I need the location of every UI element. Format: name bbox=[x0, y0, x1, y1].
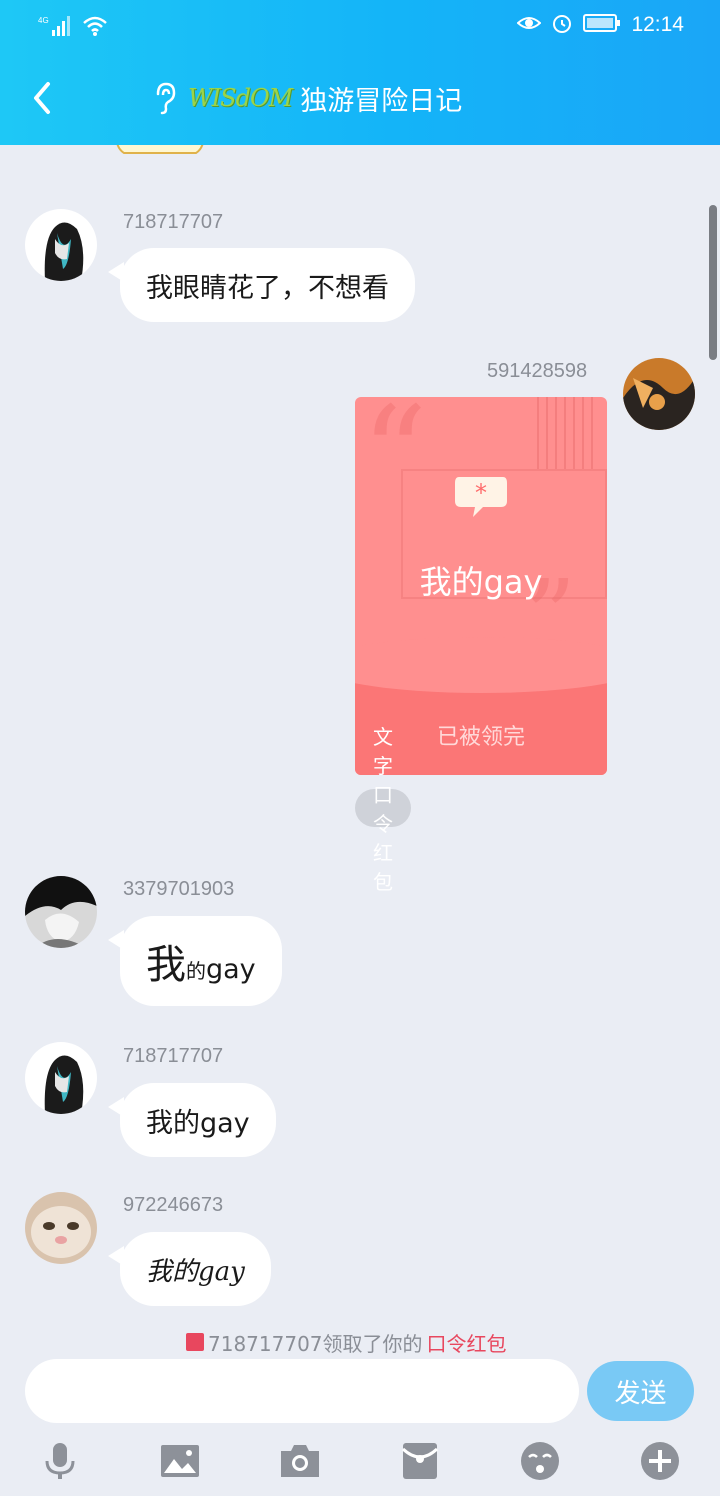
speech-bubble-icon: * bbox=[455, 477, 507, 517]
red-envelope-type-badge: 文字口令红包 bbox=[355, 725, 411, 894]
header: 4G 12:14 WISdOM 独游冒险日记 bbox=[0, 0, 720, 145]
message-text: 我的gay bbox=[146, 942, 256, 988]
username: 718717707 bbox=[123, 1045, 224, 1067]
group-logo: WISdOM bbox=[188, 84, 293, 112]
message-text: 我眼睛花了，不想看 bbox=[146, 272, 389, 304]
mic-icon[interactable] bbox=[38, 1439, 82, 1483]
red-envelope-card[interactable]: “ ” * 我的gay 已被领完 bbox=[355, 397, 607, 775]
sticker-image[interactable] bbox=[110, 145, 210, 175]
message-bubble[interactable]: 我眼睛花了，不想看 bbox=[108, 248, 415, 322]
title-bar: WISdOM 独游冒险日记 bbox=[0, 60, 720, 140]
battery-icon bbox=[583, 13, 621, 37]
network-label: 4G bbox=[38, 16, 49, 25]
red-envelope-small-icon bbox=[186, 1333, 204, 1351]
eye-icon bbox=[516, 14, 542, 36]
message-input[interactable] bbox=[25, 1359, 579, 1423]
camera-icon[interactable] bbox=[278, 1439, 322, 1483]
status-bar: 4G 12:14 bbox=[0, 0, 720, 54]
message-bubble[interactable]: 我的gay bbox=[108, 916, 282, 1006]
username: 3379701903 bbox=[123, 878, 235, 900]
clock: 12:14 bbox=[631, 13, 684, 36]
scrollbar[interactable] bbox=[709, 205, 717, 360]
emoji-icon[interactable] bbox=[518, 1439, 562, 1483]
page-title: 独游冒险日记 bbox=[300, 85, 463, 117]
username: 718717707 bbox=[123, 211, 224, 233]
image-icon[interactable] bbox=[158, 1439, 202, 1483]
alarm-icon bbox=[551, 12, 573, 38]
back-button[interactable] bbox=[22, 76, 66, 120]
plus-icon[interactable] bbox=[638, 1439, 682, 1483]
username: 591428598 bbox=[487, 360, 588, 382]
message-bubble[interactable]: 我的gay bbox=[108, 1232, 271, 1306]
avatar[interactable] bbox=[25, 1192, 97, 1264]
red-envelope-icon[interactable] bbox=[398, 1439, 442, 1483]
system-notice: 718717707领取了你的 口令红包 bbox=[186, 1329, 507, 1355]
avatar[interactable] bbox=[25, 876, 97, 948]
title-group[interactable]: WISdOM 独游冒险日记 bbox=[150, 76, 462, 120]
send-button[interactable]: 发送 bbox=[587, 1361, 694, 1421]
red-envelope-text: 我的gay bbox=[419, 563, 543, 601]
svg-text:*: * bbox=[475, 479, 487, 507]
input-toolbar bbox=[0, 1435, 720, 1496]
chat-area[interactable]: 718717707 我眼睛花了，不想看 591428598 “ ” * 我的ga… bbox=[0, 145, 720, 1355]
input-bar: 发送 bbox=[0, 1355, 720, 1435]
back-arrow-icon bbox=[34, 82, 50, 114]
message-bubble[interactable]: 我的gay bbox=[108, 1083, 276, 1157]
signal-icon: 4G bbox=[38, 14, 74, 42]
ear-icon[interactable] bbox=[150, 80, 180, 116]
avatar[interactable] bbox=[25, 209, 97, 281]
wifi-icon bbox=[82, 15, 108, 41]
avatar[interactable] bbox=[623, 358, 695, 430]
message-text: 我的gay bbox=[146, 1256, 245, 1287]
username: 972246673 bbox=[123, 1194, 224, 1216]
avatar[interactable] bbox=[25, 1042, 97, 1114]
message-text: 我的gay bbox=[146, 1107, 250, 1139]
